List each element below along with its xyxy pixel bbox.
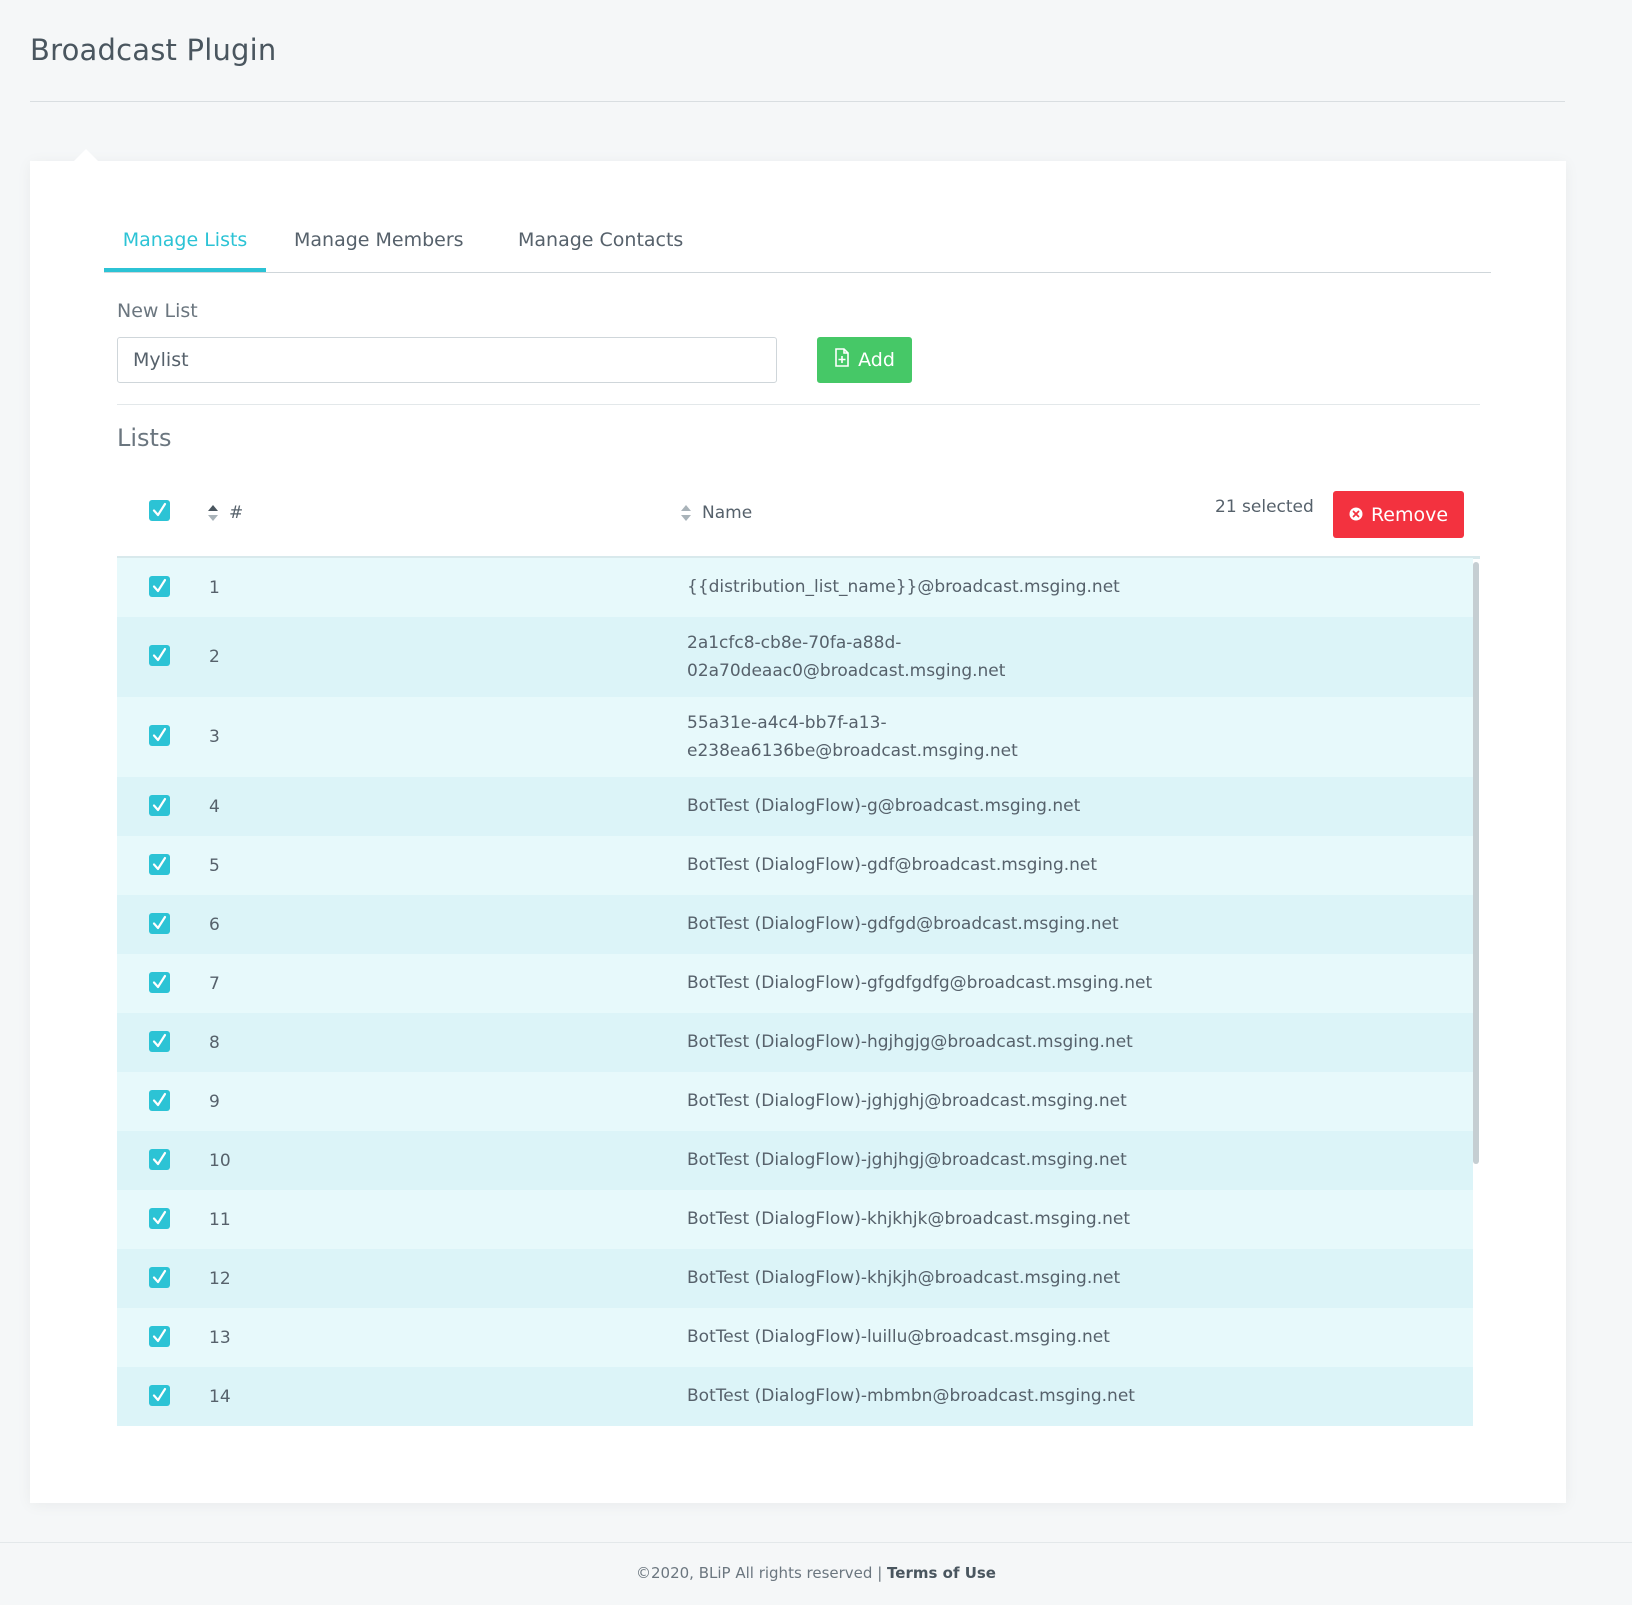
row-number: 1 <box>209 578 220 598</box>
table-row[interactable]: 10 BotTest (DialogFlow)-jghjhgj@broadcast… <box>117 1131 1473 1190</box>
remove-button[interactable]: Remove <box>1333 491 1464 538</box>
checkmark-icon <box>152 502 167 517</box>
row-number: 8 <box>209 1033 220 1053</box>
table-row[interactable]: 6 BotTest (DialogFlow)-gdfgd@broadcast.ms… <box>117 895 1473 954</box>
row-name: BotTest (DialogFlow)-mbmbn@broadcast.msg… <box>687 1386 1135 1406</box>
table-row[interactable]: 1 {{distribution_list_name}}@broadcast.ms… <box>117 558 1473 617</box>
tab-manage-lists[interactable]: Manage Lists <box>104 218 266 272</box>
row-number: 13 <box>209 1328 231 1348</box>
row-checkbox[interactable] <box>149 645 170 666</box>
row-checkbox[interactable] <box>149 576 170 597</box>
row-name: BotTest (DialogFlow)-jghjhgj@broadcast.m… <box>687 1150 1127 1170</box>
row-name: BotTest (DialogFlow)-gdf@broadcast.msgin… <box>687 855 1098 875</box>
table-row[interactable]: 8 BotTest (DialogFlow)-hgjhgjg@broadcast.… <box>117 1013 1473 1072</box>
row-name: BotTest (DialogFlow)-jghjghj@broadcast.m… <box>687 1091 1127 1111</box>
row-checkbox[interactable] <box>149 1267 170 1288</box>
row-checkbox[interactable] <box>149 1149 170 1170</box>
row-checkbox[interactable] <box>149 854 170 875</box>
table-row[interactable]: 3 55a31e-a4c4-bb7f-a13- e238ea6136be@broa… <box>117 697 1473 777</box>
terms-of-use-link[interactable]: Terms of Use <box>887 1564 996 1582</box>
page-header: Broadcast Plugin <box>30 0 1565 102</box>
new-list-label: New List <box>117 300 198 322</box>
card-notch <box>74 149 98 161</box>
table-row[interactable]: 5 BotTest (DialogFlow)-gdf@broadcast.msgi… <box>117 836 1473 895</box>
add-list-button[interactable]: Add <box>817 337 912 383</box>
footer-text: ©2020, BLiP All rights reserved | Terms … <box>0 1564 1632 1582</box>
row-name: 55a31e-a4c4-bb7f-a13- e238ea6136be@broad… <box>687 713 1018 761</box>
add-button-label: Add <box>858 349 895 371</box>
table-row[interactable]: 11 BotTest (DialogFlow)-khjkhjk@broadcast… <box>117 1190 1473 1249</box>
row-name: {{distribution_list_name}}@broadcast.msg… <box>687 577 1120 597</box>
tab-manage-members[interactable]: Manage Members <box>294 218 464 272</box>
row-checkbox[interactable] <box>149 1090 170 1111</box>
main-card: Manage Lists Manage Members Manage Conta… <box>30 149 1566 1503</box>
table-row[interactable]: 14 BotTest (DialogFlow)-mbmbn@broadcast.m… <box>117 1367 1473 1426</box>
row-number: 5 <box>209 856 220 876</box>
row-name: BotTest (DialogFlow)-hgjhgjg@broadcast.m… <box>687 1032 1133 1052</box>
row-checkbox[interactable] <box>149 913 170 934</box>
row-checkbox[interactable] <box>149 1208 170 1229</box>
tab-bar: Manage Lists Manage Members Manage Conta… <box>104 218 1491 273</box>
row-name: BotTest (DialogFlow)-gdfgd@broadcast.msg… <box>687 914 1119 934</box>
row-name: BotTest (DialogFlow)-luillu@broadcast.ms… <box>687 1327 1110 1347</box>
column-name-label: Name <box>702 503 753 523</box>
row-checkbox[interactable] <box>149 1031 170 1052</box>
row-number: 2 <box>209 647 220 667</box>
footer: ©2020, BLiP All rights reserved | Terms … <box>0 1542 1632 1605</box>
section-divider <box>117 404 1480 405</box>
lists-heading: Lists <box>117 424 172 452</box>
lists-table-body: 1 {{distribution_list_name}}@broadcast.ms… <box>117 558 1473 1433</box>
tab-manage-contacts[interactable]: Manage Contacts <box>518 218 683 272</box>
row-number: 11 <box>209 1210 231 1230</box>
row-name: BotTest (DialogFlow)-khjkhjk@broadcast.m… <box>687 1209 1130 1229</box>
row-number: 9 <box>209 1092 220 1112</box>
new-list-input[interactable] <box>117 337 777 383</box>
table-row[interactable]: 13 BotTest (DialogFlow)-luillu@broadcast.… <box>117 1308 1473 1367</box>
footer-copyright: ©2020, BLiP All rights reserved | <box>636 1564 883 1582</box>
sort-icon <box>681 505 691 521</box>
row-number: 10 <box>209 1151 231 1171</box>
column-number-label: # <box>229 503 244 523</box>
close-circle-icon <box>1349 504 1363 526</box>
row-number: 14 <box>209 1387 231 1407</box>
table-row[interactable]: 4 BotTest (DialogFlow)-g@broadcast.msging… <box>117 777 1473 836</box>
selected-count: 21 selected <box>1215 497 1314 517</box>
sort-icon <box>208 505 218 521</box>
select-all-checkbox[interactable] <box>149 500 170 521</box>
row-number: 12 <box>209 1269 231 1289</box>
row-name: BotTest (DialogFlow)-khjkjh@broadcast.ms… <box>687 1268 1121 1288</box>
row-checkbox[interactable] <box>149 725 170 746</box>
row-number: 4 <box>209 797 220 817</box>
row-name: BotTest (DialogFlow)-gfgdfgdfg@broadcast… <box>687 973 1153 993</box>
row-name: 2a1cfc8-cb8e-70fa-a88d- 02a70deaac0@broa… <box>687 633 1006 681</box>
row-checkbox[interactable] <box>149 972 170 993</box>
row-name: BotTest (DialogFlow)-g@broadcast.msging.… <box>687 796 1081 816</box>
table-scrollbar[interactable] <box>1473 562 1479 1164</box>
table-row[interactable]: 9 BotTest (DialogFlow)-jghjghj@broadcast.… <box>117 1072 1473 1131</box>
row-checkbox[interactable] <box>149 795 170 816</box>
file-plus-icon <box>834 348 850 372</box>
table-row[interactable]: 7 BotTest (DialogFlow)-gfgdfgdfg@broadcas… <box>117 954 1473 1013</box>
row-number: 7 <box>209 974 220 994</box>
page-title: Broadcast Plugin <box>30 33 277 67</box>
row-checkbox[interactable] <box>149 1385 170 1406</box>
table-header: # Name 21 selected Remove <box>117 476 1480 559</box>
table-row[interactable]: 12 BotTest (DialogFlow)-khjkjh@broadcast.… <box>117 1249 1473 1308</box>
row-number: 3 <box>209 727 220 747</box>
remove-button-label: Remove <box>1370 503 1449 526</box>
table-row[interactable]: 2 2a1cfc8-cb8e-70fa-a88d- 02a70deaac0@bro… <box>117 617 1473 697</box>
row-number: 6 <box>209 915 220 935</box>
row-checkbox[interactable] <box>149 1326 170 1347</box>
